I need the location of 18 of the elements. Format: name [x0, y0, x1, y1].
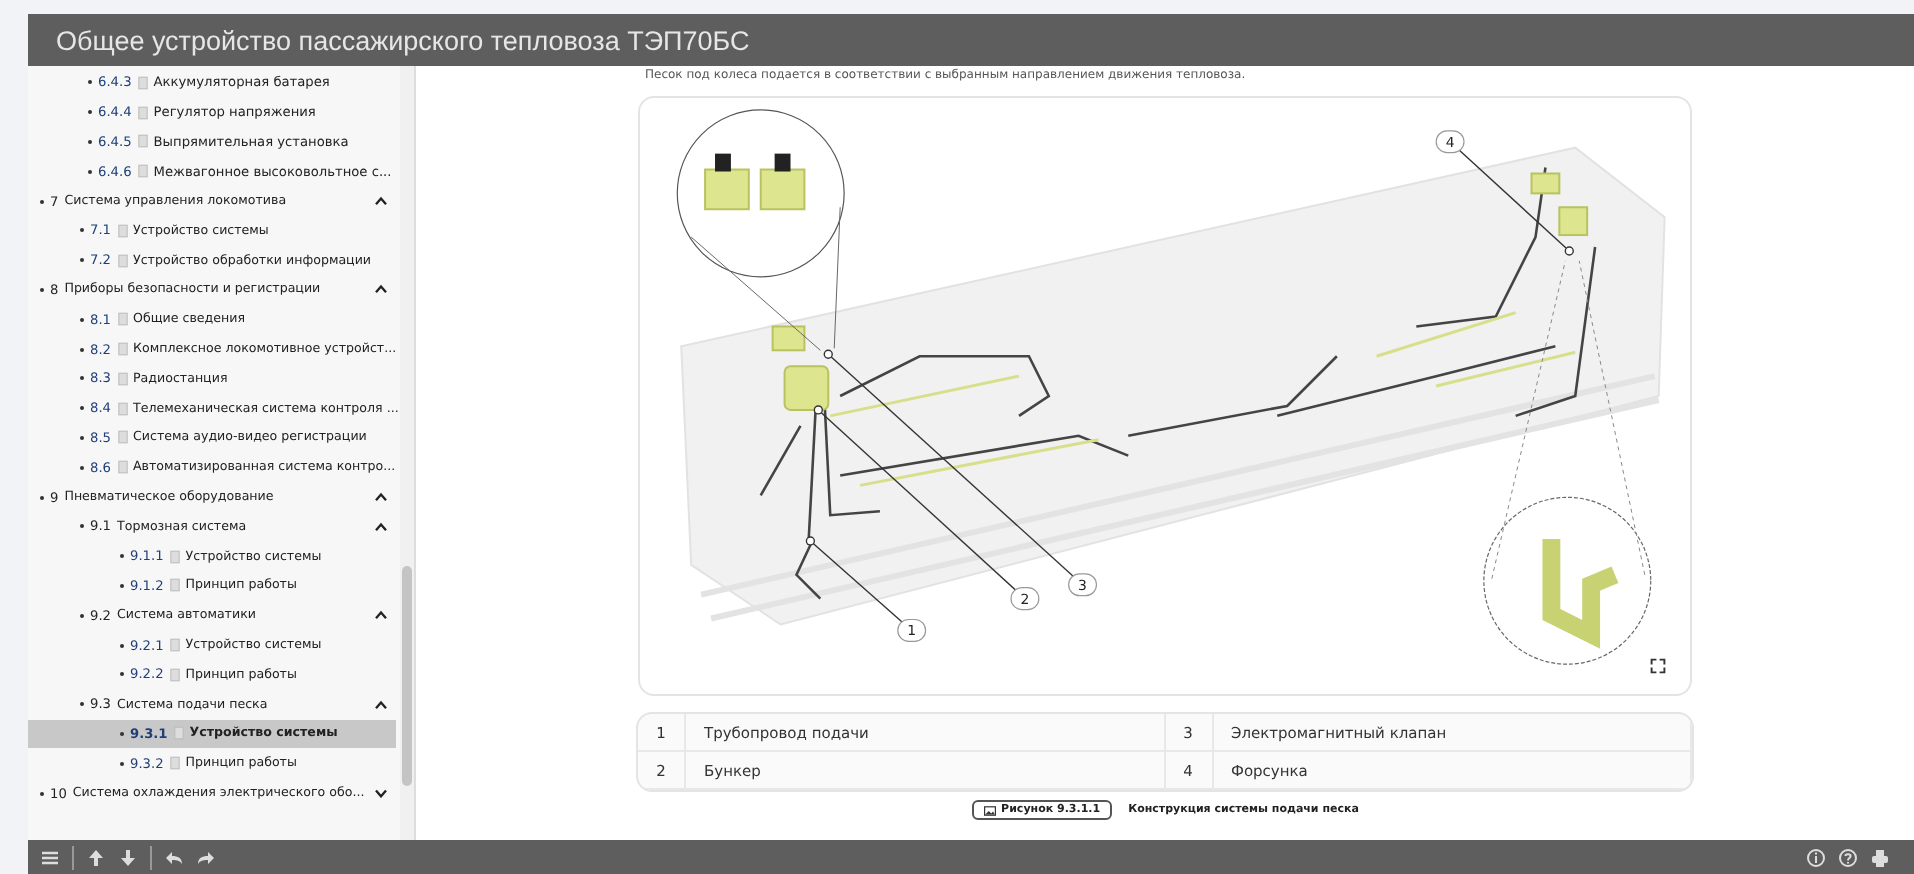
menu-icon[interactable] — [40, 847, 60, 867]
chevron-up-icon[interactable] — [374, 492, 388, 503]
image-icon — [983, 805, 996, 815]
arrow-down-icon[interactable] — [118, 847, 138, 867]
chevron-up-icon[interactable] — [374, 284, 388, 295]
chevron-up-icon[interactable] — [374, 699, 388, 710]
redo-icon[interactable] — [196, 847, 216, 867]
fullscreen-icon[interactable] — [1650, 658, 1666, 674]
scrollbar[interactable] — [400, 66, 414, 840]
arrow-up-icon[interactable] — [86, 847, 106, 867]
chevron-down-icon[interactable] — [374, 788, 388, 799]
undo-icon[interactable] — [164, 847, 184, 867]
info-icon[interactable] — [1806, 847, 1826, 867]
chevron-up-icon[interactable] — [374, 521, 388, 532]
chevron-up-icon[interactable] — [374, 610, 388, 621]
document-title: Общее устройство пассажирского тепловоза ТЭП70БС — [56, 25, 750, 55]
help-icon[interactable] — [1838, 847, 1858, 867]
chevron-up-icon[interactable] — [374, 196, 388, 207]
